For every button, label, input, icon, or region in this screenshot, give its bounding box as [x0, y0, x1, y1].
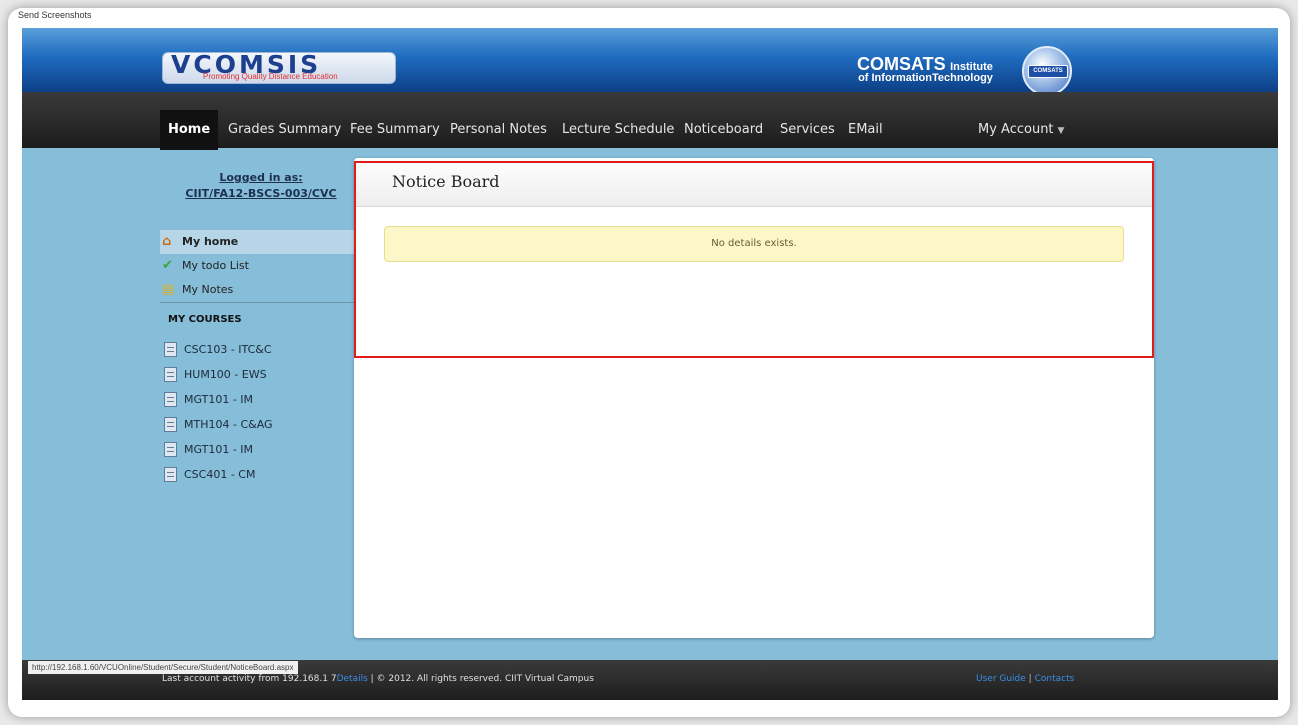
chevron-down-icon: ▼ [1057, 126, 1065, 136]
nav-home[interactable]: Home [160, 110, 219, 150]
nav-my-account[interactable]: My Account ▼ [970, 110, 1072, 150]
sidebar: Logged in as: CIIT/FA12-BSCS-003/CVC ⌂ M… [160, 148, 362, 488]
nav-grades-summary[interactable]: Grades Summary [220, 110, 349, 150]
course-label: MTH104 - C&AG [184, 418, 273, 431]
comsats-globe-icon: COMSATS [1022, 46, 1072, 96]
course-item[interactable]: MGT101 - IM [162, 438, 253, 462]
user-guide-link[interactable]: User Guide [976, 674, 1026, 684]
check-icon: ✔ [162, 258, 173, 273]
nav-email[interactable]: EMail [840, 110, 891, 150]
nav-lecture-schedule[interactable]: Lecture Schedule [554, 110, 682, 150]
book-icon [164, 442, 177, 457]
courses-heading: MY COURSES [168, 314, 242, 325]
globe-label: COMSATS [1028, 65, 1068, 78]
book-icon [164, 392, 177, 407]
screenshot-frame: Send Screenshots VCOMSIS Promoting Quali… [8, 8, 1290, 717]
logged-in-label: Logged in as: [219, 171, 303, 184]
nav-fee-summary[interactable]: Fee Summary [342, 110, 448, 150]
book-icon [164, 367, 177, 382]
vcomsis-logo[interactable]: VCOMSIS Promoting Quality Distance Educa… [162, 50, 396, 84]
course-item[interactable]: CSC103 - ITC&C [162, 338, 272, 362]
contacts-link[interactable]: Contacts [1035, 674, 1075, 684]
copyright: | © 2012. All rights reserved. CIIT Virt… [367, 674, 594, 684]
course-label: HUM100 - EWS [184, 368, 267, 381]
course-item[interactable]: CSC401 - CM [162, 463, 255, 487]
course-item[interactable]: MTH104 - C&AG [162, 413, 273, 437]
note-icon: ▤ [162, 282, 175, 297]
site-viewport: VCOMSIS Promoting Quality Distance Educa… [22, 28, 1278, 700]
sidebar-item-my-todo-list[interactable]: ✔ My todo List [160, 254, 356, 278]
screenshot-tool-label: Send Screenshots [18, 10, 92, 20]
footer-links: User Guide | Contacts [976, 674, 1074, 684]
sidebar-item-label: My home [182, 235, 239, 248]
course-label: MGT101 - IM [184, 393, 254, 406]
home-icon: ⌂ [162, 234, 172, 249]
main-nav: Home Grades Summary Fee Summary Personal… [22, 92, 1278, 150]
browser-status-url: http://192.168.1.60/VCUOnline/Student/Se… [28, 661, 298, 674]
book-icon [164, 342, 177, 357]
course-label: MGT101 - IM [184, 443, 254, 456]
footer-text: Last account activity from 192.168.1 7De… [162, 674, 594, 684]
sidebar-divider [160, 302, 356, 303]
red-highlight-box [354, 161, 1154, 358]
institute-subtitle: of InformationTechnology [858, 72, 993, 84]
sidebar-item-label: My Notes [182, 283, 234, 296]
sidebar-item-label: My todo List [182, 259, 249, 272]
sidebar-item-my-notes[interactable]: ▤ My Notes [160, 278, 356, 302]
course-item[interactable]: HUM100 - EWS [162, 363, 267, 387]
user-id: CIIT/FA12-BSCS-003/CVC [185, 187, 337, 200]
last-activity: Last account activity from 192.168.1 7 [162, 674, 337, 684]
footer-separator: | [1025, 674, 1035, 684]
sidebar-item-my-home[interactable]: ⌂ My home [160, 230, 356, 254]
login-info[interactable]: Logged in as: CIIT/FA12-BSCS-003/CVC [160, 170, 362, 202]
institute-title: COMSATS [857, 54, 946, 74]
nav-services[interactable]: Services [772, 110, 843, 150]
book-icon [164, 467, 177, 482]
nav-noticeboard[interactable]: Noticeboard [676, 110, 771, 150]
my-account-label: My Account [978, 122, 1054, 137]
institute-name: COMSATS Institute of InformationTechnolo… [857, 54, 993, 84]
course-label: CSC103 - ITC&C [184, 343, 272, 356]
book-icon [164, 417, 177, 432]
course-item[interactable]: MGT101 - IM [162, 388, 253, 412]
details-link[interactable]: Details [337, 674, 368, 684]
logo-tagline: Promoting Quality Distance Education [203, 72, 338, 81]
course-label: CSC401 - CM [184, 468, 256, 481]
nav-personal-notes[interactable]: Personal Notes [442, 110, 555, 150]
site-header: VCOMSIS Promoting Quality Distance Educa… [22, 28, 1278, 96]
